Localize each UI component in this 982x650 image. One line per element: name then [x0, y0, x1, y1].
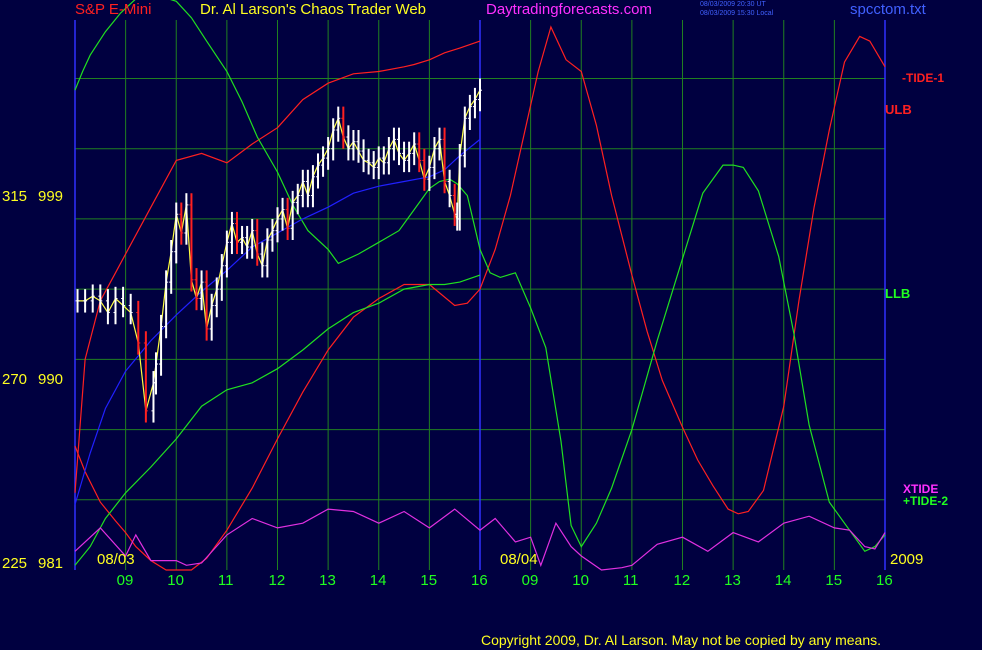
angle-label-270: 270	[2, 371, 28, 388]
label-llb: LLB	[885, 286, 911, 301]
hour-tick-label: 11	[622, 572, 639, 589]
angle-label-315: 315	[2, 188, 28, 205]
label-tide-1: -TIDE-1	[902, 71, 944, 85]
file-name: spcctom.txt	[850, 1, 926, 18]
hour-tick-label: 16	[876, 572, 893, 589]
date-label-0803: 08/03	[97, 551, 135, 568]
date-label-0804: 08/04	[500, 551, 538, 568]
hour-tick-label: 12	[673, 572, 691, 589]
timestamp-utc: 08/03/2009 20:30 UT	[700, 1, 766, 8]
symbol-label: S&P E-Mini	[75, 1, 152, 18]
hour-tick-label: 15	[825, 572, 843, 589]
hour-tick-label: 11	[217, 572, 234, 589]
price-label-990: 990	[38, 371, 64, 388]
hour-tick-label: 09	[521, 572, 539, 589]
label-tide-2: +TIDE-2	[903, 494, 949, 508]
angle-label-225: 225	[2, 555, 28, 572]
page-title: Dr. Al Larson's Chaos Trader Web	[200, 1, 427, 18]
hour-tick-label: 10	[167, 572, 184, 589]
site-link[interactable]: Daytradingforecasts.com	[486, 1, 652, 18]
copyright-text: Copyright 2009, Dr. Al Larson. May not b…	[481, 632, 882, 648]
hour-tick-label: 09	[116, 572, 134, 589]
hour-tick-label: 13	[319, 572, 336, 589]
label-ulb: ULB	[885, 102, 912, 117]
hour-tick-label: 12	[268, 572, 286, 589]
hour-tick-label: 10	[572, 572, 589, 589]
hour-tick-label: 14	[774, 572, 792, 589]
hour-tick-label: 14	[369, 572, 387, 589]
price-bars	[75, 78, 482, 423]
year-label: 2009	[890, 551, 924, 568]
hour-tick-label: 16	[471, 572, 488, 589]
price-label-981: 981	[38, 555, 64, 572]
timestamp-local: 08/03/2009 15:30 Local	[700, 10, 774, 17]
chart-canvas	[74, 0, 886, 571]
price-label-999: 999	[38, 188, 64, 205]
hour-tick-label: 15	[420, 572, 438, 589]
hour-tick-label: 13	[724, 572, 741, 589]
